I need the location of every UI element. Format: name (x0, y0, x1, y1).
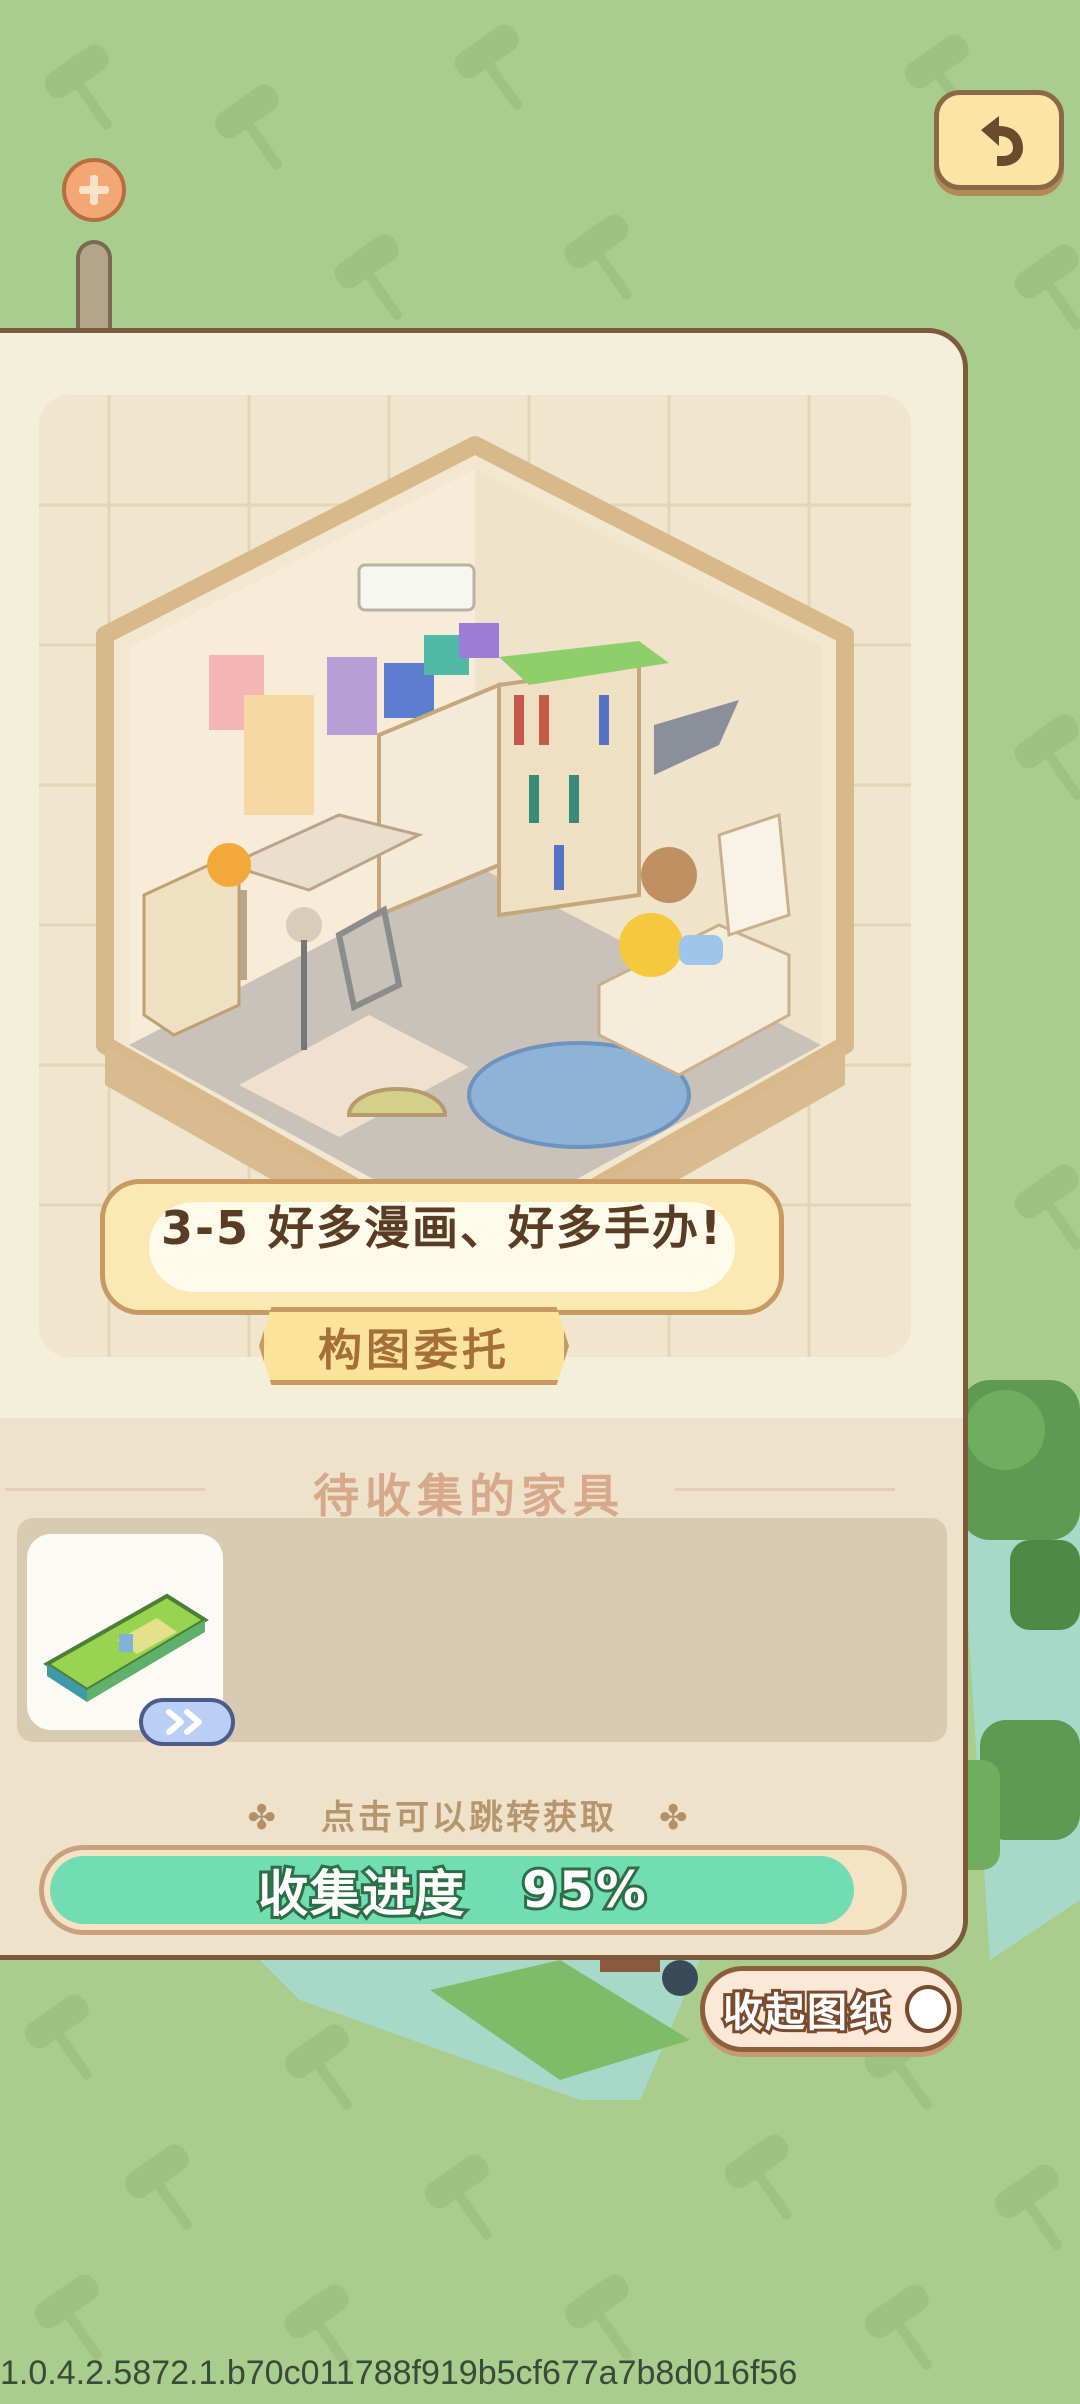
zoom-slider-track[interactable] (76, 240, 112, 340)
collection-progress-bar: 收集进度 95% (39, 1845, 907, 1935)
plus-icon (79, 175, 109, 205)
fold-blueprint-button[interactable]: 收起图纸 (700, 1966, 962, 2052)
back-button[interactable] (934, 90, 1064, 190)
progress-text: 收集进度 95% (44, 1850, 862, 1930)
jump-badge[interactable] (139, 1698, 235, 1746)
progress-percent: 95% (519, 1858, 649, 1922)
blueprint-panel: 3-5 好多漫画、好多手办! 构图委托 待收集的家具 ✤ 点击可以跳转获取 ✤ … (0, 328, 968, 1960)
clover-icon: ✤ (659, 1798, 691, 1838)
commission-tag: 构图委托 (259, 1307, 569, 1385)
clover-icon: ✤ (247, 1798, 279, 1838)
furniture-list (17, 1518, 947, 1746)
fold-blueprint-label: 收起图纸 (720, 1987, 892, 2039)
room-title: 3-5 好多漫画、好多手办! (160, 1201, 724, 1255)
undo-arrow-icon (981, 116, 1023, 166)
progress-label: 收集进度 (255, 1862, 467, 1926)
double-chevron-right-icon (166, 1709, 202, 1735)
furniture-section: 待收集的家具 ✤ 点击可以跳转获取 ✤ 收集进度 95% (0, 1418, 963, 1955)
jump-hint-text: 点击可以跳转获取 (321, 1798, 617, 1838)
fold-toggle-knob (905, 1985, 951, 2033)
jump-hint: ✤ 点击可以跳转获取 ✤ (0, 1790, 963, 1839)
furniture-section-heading: 待收集的家具 (313, 1469, 625, 1523)
room-title-banner: 3-5 好多漫画、好多手办! (100, 1179, 784, 1315)
furniture-item-card[interactable] (27, 1534, 235, 1746)
version-text: 1.0.4.2.5872.1.b70c011788f919b5cf677a7b8… (0, 2354, 798, 2392)
zoom-in-button[interactable] (62, 158, 126, 222)
